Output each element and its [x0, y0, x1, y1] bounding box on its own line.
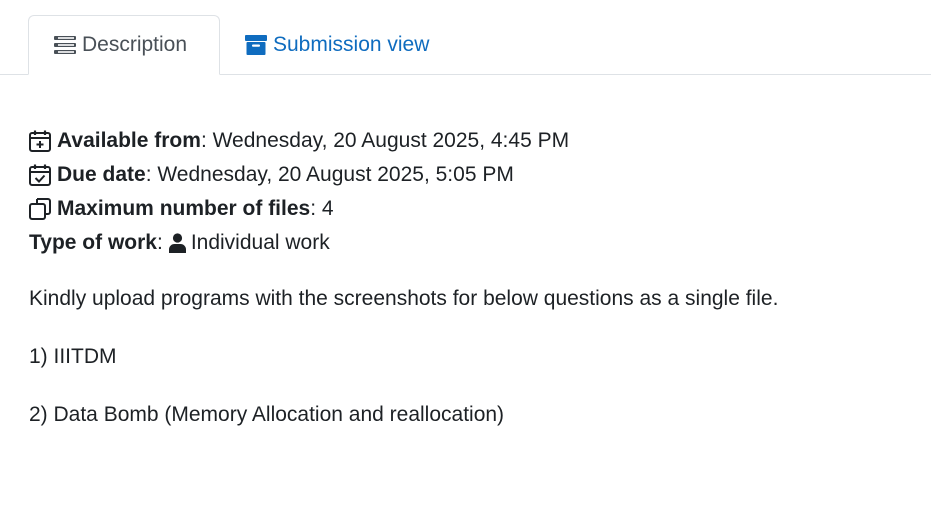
tab-submission-view[interactable]: Submission view [245, 15, 475, 75]
type-of-work-row: Type of work: Individual work [29, 226, 909, 260]
due-date-label: Due date [57, 163, 146, 186]
type-of-work-label: Type of work [29, 231, 157, 254]
available-from-row: Available from: Wednesday, 20 August 202… [29, 124, 909, 158]
description-item-2: 2) Data Bomb (Memory Allocation and real… [29, 403, 505, 426]
due-date-row: Due date: Wednesday, 20 August 2025, 5:0… [29, 158, 909, 192]
tab-submission-view-label: Submission view [273, 33, 430, 56]
type-of-work-value: Individual work [190, 231, 330, 254]
activity-tabs: Description Submission view [0, 0, 931, 75]
type-of-work-separator: : [156, 231, 163, 254]
assignment-details: Available from: Wednesday, 20 August 202… [29, 124, 909, 430]
description-item-1: 1) IIITDM [29, 345, 117, 368]
archive-box-icon [245, 35, 267, 55]
tab-description-label: Description [82, 33, 188, 56]
calendar-plus-icon [29, 130, 51, 152]
max-files-row: Maximum number of files: 4 [29, 192, 909, 226]
available-from-label: Available from [57, 129, 201, 152]
calendar-check-icon [29, 164, 51, 186]
due-date-value: Wednesday, 20 August 2025, 5:05 PM [151, 163, 514, 186]
max-files-value: 4 [316, 197, 334, 220]
available-from-value: Wednesday, 20 August 2025, 4:45 PM [206, 129, 570, 152]
description-paragraph: Kindly upload programs with the screensh… [29, 287, 779, 310]
max-files-label: Maximum number of files [57, 197, 311, 220]
tab-description[interactable]: Description [28, 15, 220, 75]
list-icon [54, 36, 76, 54]
user-icon [168, 233, 186, 253]
copy-files-icon [29, 198, 51, 220]
